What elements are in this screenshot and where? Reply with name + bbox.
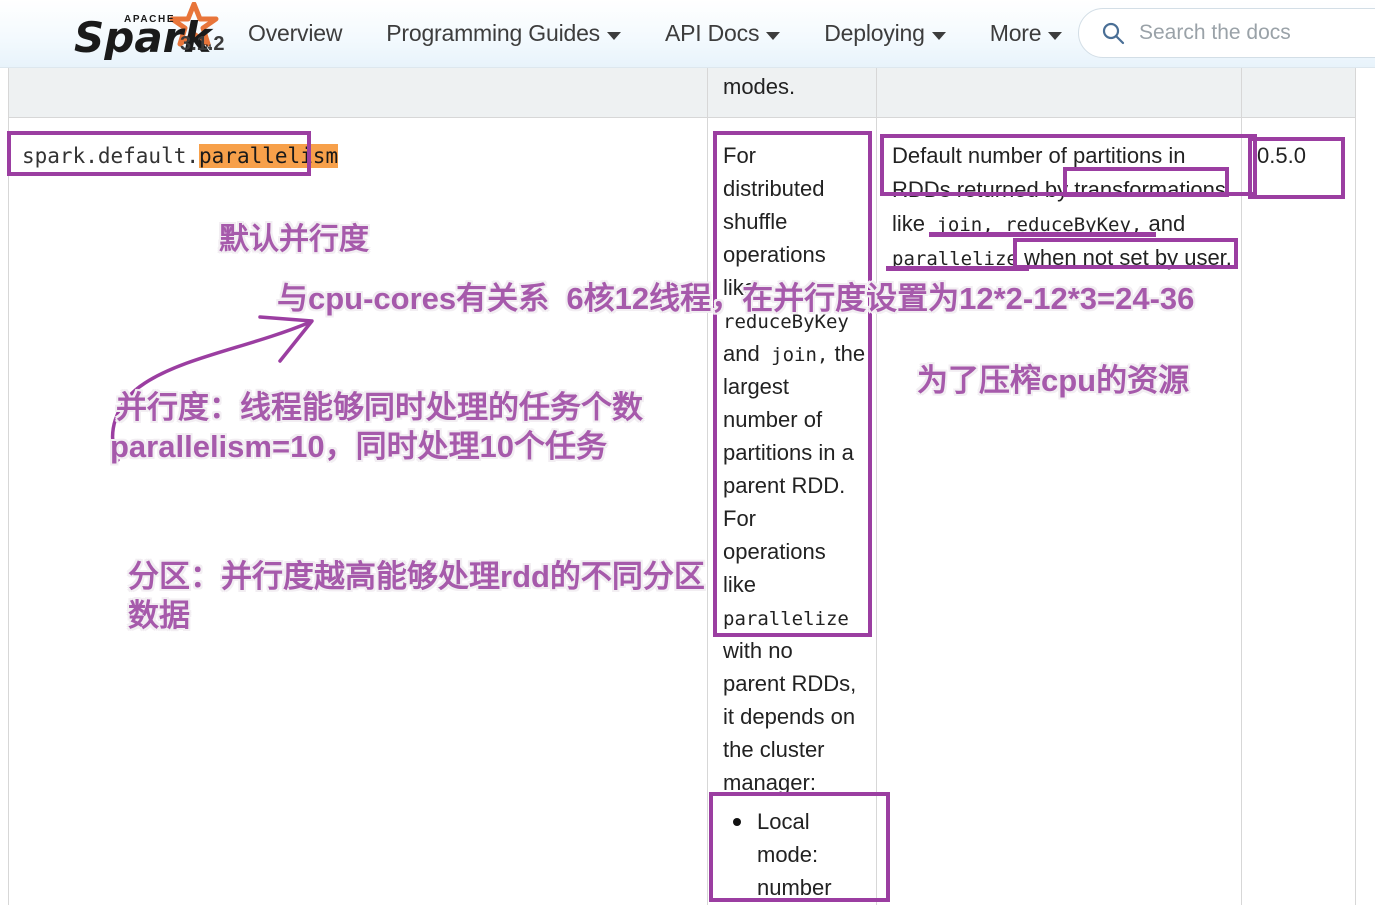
nav-item-programming-guides-label: Programming Guides <box>386 20 600 46</box>
meaning-cell-line: RDDs returned by transformations <box>892 177 1226 202</box>
nav-item-more[interactable]: More <box>990 20 1063 47</box>
default-cell-line: like <box>723 572 757 597</box>
previous-row-background <box>8 67 1355 117</box>
nav-links: Overview Programming Guides API Docs Dep… <box>248 0 1106 67</box>
search-icon <box>1101 21 1125 45</box>
default-cell-line: For <box>723 143 756 168</box>
annotation-underline-parallelize <box>886 266 1029 271</box>
nav-item-api-docs-label: API Docs <box>664 20 760 46</box>
spark-version-label: 3.1.2 <box>180 33 225 55</box>
default-cell-line: and join, the <box>723 341 866 366</box>
default-cell-line: shuffle <box>723 209 788 234</box>
property-name-prefix: spark.default. <box>22 144 200 168</box>
meaning-cell: Default number of partitions in RDDs retu… <box>892 139 1242 275</box>
page-root: modes. spark.default.parallelism For dist… <box>0 0 1375 905</box>
property-name-highlight: parallelism <box>199 144 339 168</box>
table-column-divider-1 <box>707 67 708 905</box>
navbar: APACHE Spark ™ 3.1.2 Overview Programmin… <box>0 0 1375 68</box>
nav-item-more-label: More <box>989 20 1042 46</box>
annotation-parallelism-definition-line2: parallelism=10，同时处理10个任务 <box>110 429 608 464</box>
search-box[interactable] <box>1078 8 1375 58</box>
chevron-down-icon <box>606 31 621 40</box>
config-table: modes. spark.default.parallelism For dist… <box>0 67 1375 905</box>
default-cell-line: partitions in a <box>723 440 854 465</box>
default-cell-line: manager: <box>723 770 816 795</box>
nav-item-deploying[interactable]: Deploying <box>824 20 946 47</box>
bullet-dot-icon <box>733 818 741 826</box>
default-cell-line: operations <box>723 539 826 564</box>
default-cell-line: parallelize <box>723 608 849 630</box>
list-item-label: Local <box>757 809 810 834</box>
list-item-label: mode: <box>757 842 819 867</box>
default-cell-line: For <box>723 506 756 531</box>
default-cell-line: distributed <box>723 176 825 201</box>
list-item: mode: <box>723 838 883 871</box>
annotation-squeeze-cpu-note: 为了压榨cpu的资源 <box>917 363 1190 398</box>
default-cell-bullet-list: Local mode: number <box>723 805 883 904</box>
nav-item-deploying-label: Deploying <box>824 20 925 46</box>
nav-item-api-docs[interactable]: API Docs <box>664 20 781 47</box>
list-item: number <box>723 871 883 904</box>
annotation-underline-join-reducebykey <box>929 232 1156 237</box>
chevron-down-icon <box>766 31 781 40</box>
annotation-partition-note-line2: 数据 <box>128 598 190 633</box>
chevron-down-icon <box>1048 31 1063 40</box>
table-column-divider-2 <box>876 67 877 905</box>
search-input[interactable] <box>1137 20 1375 46</box>
table-border-left <box>8 67 9 905</box>
default-cell-line: operations <box>723 242 826 267</box>
default-cell-line: parent RDD. <box>723 473 846 498</box>
annotation-default-parallelism-note: 默认并行度 <box>219 223 369 256</box>
list-item: Local <box>723 805 883 838</box>
default-cell-line: the cluster <box>723 737 825 762</box>
default-cell-line: parent RDDs, <box>723 671 857 696</box>
nav-item-overview[interactable]: Overview <box>248 20 342 47</box>
table-row-divider <box>8 117 1355 118</box>
annotation-cpu-cores-note: 与cpu-cores有关系 6核12线程，在并行度设置为12*2-12*3=24… <box>277 281 1195 316</box>
default-cell-line: it depends on <box>723 704 856 729</box>
table-border-right <box>1355 67 1356 905</box>
annotation-partition-note-line1: 分区：并行度越高能够处理rdd的不同分区 <box>128 559 705 594</box>
previous-row-default-tail: modes. <box>723 74 796 99</box>
nav-item-overview-label: Overview <box>248 20 343 46</box>
default-cell-line: number of <box>723 407 823 432</box>
nav-item-programming-guides[interactable]: Programming Guides <box>386 20 621 47</box>
list-item-label: number <box>757 875 832 900</box>
since-version-cell: 0.5.0 <box>1257 143 1306 168</box>
property-name-cell: spark.default.parallelism <box>22 144 339 168</box>
default-cell: For distributed shuffle operations like reduc… <box>723 139 873 799</box>
meaning-cell-line: Default number of partitions in <box>892 143 1186 168</box>
default-cell-line: with no <box>723 638 793 663</box>
chevron-down-icon <box>931 31 946 40</box>
default-cell-line: largest <box>723 374 790 399</box>
